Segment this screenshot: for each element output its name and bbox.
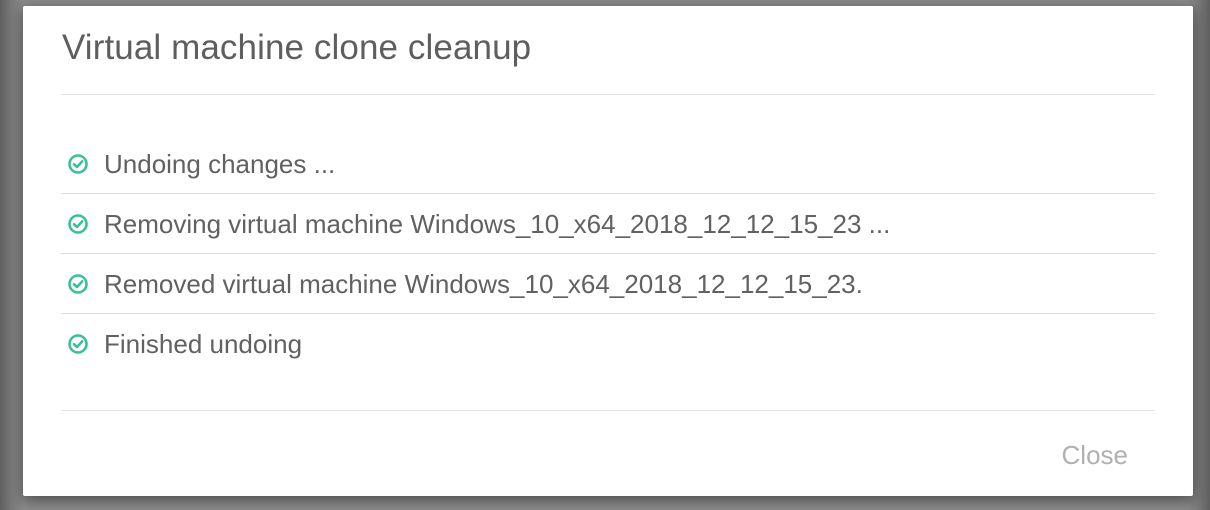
progress-step-list: Undoing changes ... Removing virtual mac…: [61, 134, 1155, 374]
check-circle-icon: [68, 274, 88, 294]
progress-step-label: Finished undoing: [104, 329, 303, 359]
check-circle-icon: [68, 214, 88, 234]
progress-step: Undoing changes ...: [61, 134, 1155, 194]
progress-step-label: Undoing changes ...: [104, 149, 336, 179]
clone-cleanup-dialog: Virtual machine clone cleanup Undoing ch…: [23, 6, 1193, 496]
progress-step: Finished undoing: [61, 314, 1155, 374]
progress-step-label: Removing virtual machine Windows_10_x64_…: [104, 209, 891, 239]
progress-step: Removing virtual machine Windows_10_x64_…: [61, 194, 1155, 254]
close-button[interactable]: Close: [1060, 436, 1130, 475]
header-divider: [61, 94, 1155, 95]
check-circle-icon: [68, 334, 88, 354]
progress-step-label: Removed virtual machine Windows_10_x64_2…: [104, 269, 863, 299]
footer-divider: [61, 410, 1155, 411]
check-circle-icon: [68, 154, 88, 174]
progress-step: Removed virtual machine Windows_10_x64_2…: [61, 254, 1155, 314]
dialog-title: Virtual machine clone cleanup: [62, 28, 532, 67]
